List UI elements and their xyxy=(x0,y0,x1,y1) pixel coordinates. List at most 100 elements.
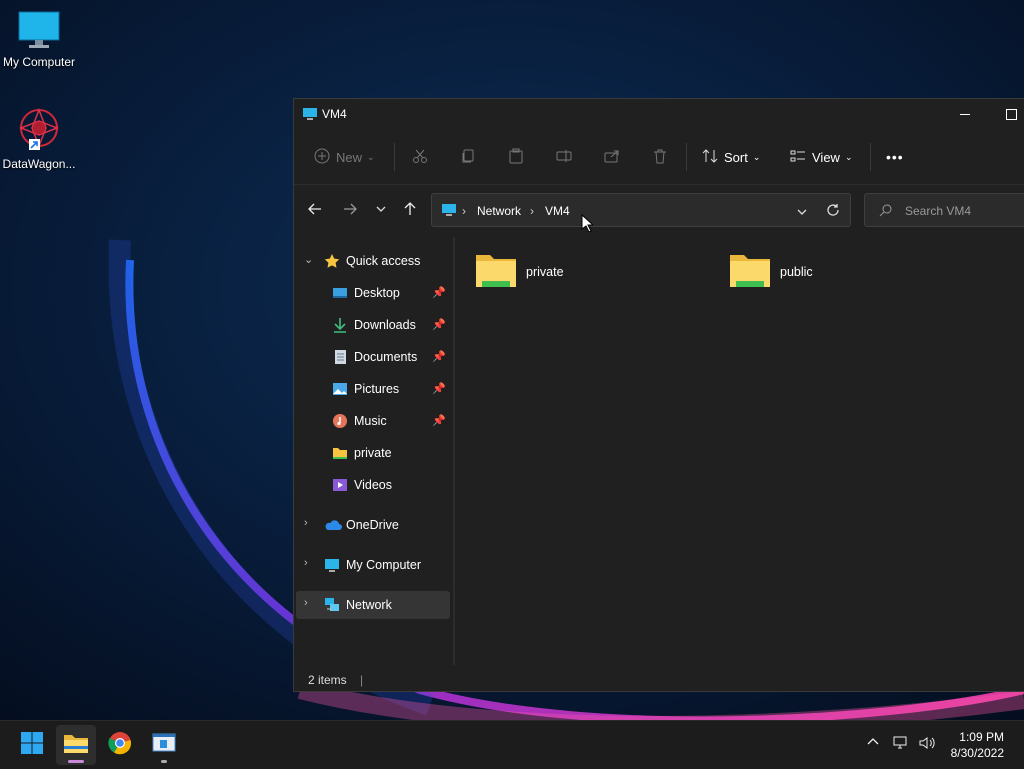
folder-icon xyxy=(728,249,772,298)
maximize-button[interactable] xyxy=(988,99,1024,129)
paste-button[interactable] xyxy=(508,143,524,171)
windows-logo-icon xyxy=(20,731,44,760)
sidebar-item-downloads[interactable]: Downloads 📌 xyxy=(296,311,450,339)
toolbar-separator xyxy=(394,143,395,171)
minimize-icon xyxy=(960,113,970,115)
sidebar-item-label: Music xyxy=(354,414,387,428)
view-list-icon xyxy=(790,148,806,167)
sidebar-item-label: Pictures xyxy=(354,382,400,396)
volume-icon[interactable] xyxy=(918,735,936,754)
plus-circle-icon xyxy=(314,148,330,167)
sort-icon xyxy=(702,148,718,167)
title-bar[interactable]: VM4 xyxy=(294,99,1024,129)
copy-button[interactable] xyxy=(460,143,476,171)
pin-icon: 📌 xyxy=(432,287,446,299)
toolbar-separator xyxy=(686,143,687,171)
cloud-icon xyxy=(324,517,342,533)
more-icon: ••• xyxy=(886,149,904,165)
desktop-icon-label: DataWagon... xyxy=(2,157,76,171)
command-bar: New ⌄ Sort ⌄ View ⌄ ••• xyxy=(294,129,1024,185)
pin-icon: 📌 xyxy=(432,415,446,427)
monitor-icon xyxy=(17,11,61,53)
desktop-icon-my-computer[interactable]: My Computer xyxy=(0,10,79,69)
chevron-down-icon: ⌄ xyxy=(304,254,314,266)
sidebar-item-private[interactable]: private xyxy=(296,439,450,467)
new-label: New xyxy=(336,149,363,165)
system-clock[interactable]: 1:09 PM 8/30/2022 xyxy=(951,729,1004,761)
minimize-button[interactable] xyxy=(942,99,988,129)
sidebar-item-desktop[interactable]: Desktop 📌 xyxy=(296,279,450,307)
clock-date: 8/30/2022 xyxy=(950,746,1004,760)
breadcrumb-vm4[interactable]: VM4 xyxy=(545,204,570,218)
taskbar-file-explorer[interactable] xyxy=(56,725,96,765)
chevron-down-icon: ⌄ xyxy=(367,151,375,162)
sidebar-item-label: Videos xyxy=(354,478,392,492)
more-options-button[interactable]: ••• xyxy=(886,143,904,171)
taskbar-app[interactable] xyxy=(144,725,184,765)
pin-icon: 📌 xyxy=(432,351,446,363)
clipboard-icon xyxy=(508,148,524,167)
sidebar-item-label: OneDrive xyxy=(346,518,399,532)
sidebar-item-pictures[interactable]: Pictures 📌 xyxy=(296,375,450,403)
share-button[interactable] xyxy=(604,143,620,171)
monitor-icon xyxy=(324,557,340,573)
sidebar-item-label: Desktop xyxy=(354,286,400,300)
sidebar-item-videos[interactable]: Videos xyxy=(296,471,450,499)
show-hidden-icons-button[interactable] xyxy=(866,735,880,752)
maximize-icon xyxy=(1005,108,1017,120)
taskbar: 1:09 PM 8/30/2022 xyxy=(0,720,1024,769)
breadcrumb-network[interactable]: Network xyxy=(477,204,521,218)
recent-locations-button[interactable] xyxy=(369,199,393,223)
delete-button[interactable] xyxy=(652,143,668,171)
picture-icon xyxy=(332,381,348,397)
pane-divider[interactable] xyxy=(453,237,455,665)
folder-icon xyxy=(63,732,89,759)
search-placeholder: Search VM4 xyxy=(905,204,972,218)
sidebar-item-label: Network xyxy=(346,598,392,612)
back-button[interactable] xyxy=(303,199,327,223)
star-icon xyxy=(324,253,340,269)
sidebar-item-music[interactable]: Music 📌 xyxy=(296,407,450,435)
search-box[interactable]: Search VM4 xyxy=(864,193,1024,227)
folder-item-public[interactable]: public xyxy=(728,247,968,297)
sort-button[interactable]: Sort ⌄ xyxy=(702,143,760,171)
toolbar-separator xyxy=(870,143,871,171)
sidebar-item-documents[interactable]: Documents 📌 xyxy=(296,343,450,371)
sidebar-item-quick-access[interactable]: ⌄ Quick access xyxy=(296,247,450,275)
view-label: View xyxy=(812,149,840,165)
folder-item-private[interactable]: private xyxy=(474,247,714,297)
desktop-icon-datawagon[interactable]: DataWagon... xyxy=(0,106,79,171)
address-dropdown-button[interactable] xyxy=(796,205,808,223)
status-divider: | xyxy=(360,673,364,687)
video-icon xyxy=(332,477,348,493)
network-status-icon[interactable] xyxy=(892,735,910,754)
sidebar-item-onedrive[interactable]: › OneDrive xyxy=(296,511,450,539)
sidebar-item-label: Documents xyxy=(354,350,418,364)
copy-icon xyxy=(460,148,476,167)
navigation-row: › Network › VM4 Search VM4 xyxy=(294,185,1024,235)
sidebar-item-my-computer[interactable]: › My Computer xyxy=(296,551,450,579)
network-computer-icon xyxy=(302,107,318,126)
rename-button[interactable] xyxy=(556,143,572,171)
arrow-up-icon xyxy=(403,201,417,221)
cut-button[interactable] xyxy=(412,143,428,171)
address-bar[interactable]: › Network › VM4 xyxy=(431,193,851,227)
pin-icon: 📌 xyxy=(432,319,446,331)
app-window-icon xyxy=(152,732,176,759)
chevron-right-icon: › xyxy=(304,557,308,569)
chevron-down-icon xyxy=(375,202,387,220)
chrome-icon xyxy=(108,731,132,760)
sidebar-item-network[interactable]: › Network xyxy=(296,591,450,619)
refresh-button[interactable] xyxy=(826,203,840,222)
sidebar-item-label: private xyxy=(354,446,392,460)
view-button[interactable]: View ⌄ xyxy=(790,143,853,171)
start-button[interactable] xyxy=(12,725,52,765)
taskbar-chrome[interactable] xyxy=(100,725,140,765)
rename-icon xyxy=(556,148,572,167)
arrow-left-icon xyxy=(308,202,322,221)
up-button[interactable] xyxy=(398,199,422,223)
new-button[interactable]: New ⌄ xyxy=(314,143,375,171)
download-icon xyxy=(332,317,348,333)
forward-button[interactable] xyxy=(338,199,362,223)
folder-name: public xyxy=(780,265,813,279)
